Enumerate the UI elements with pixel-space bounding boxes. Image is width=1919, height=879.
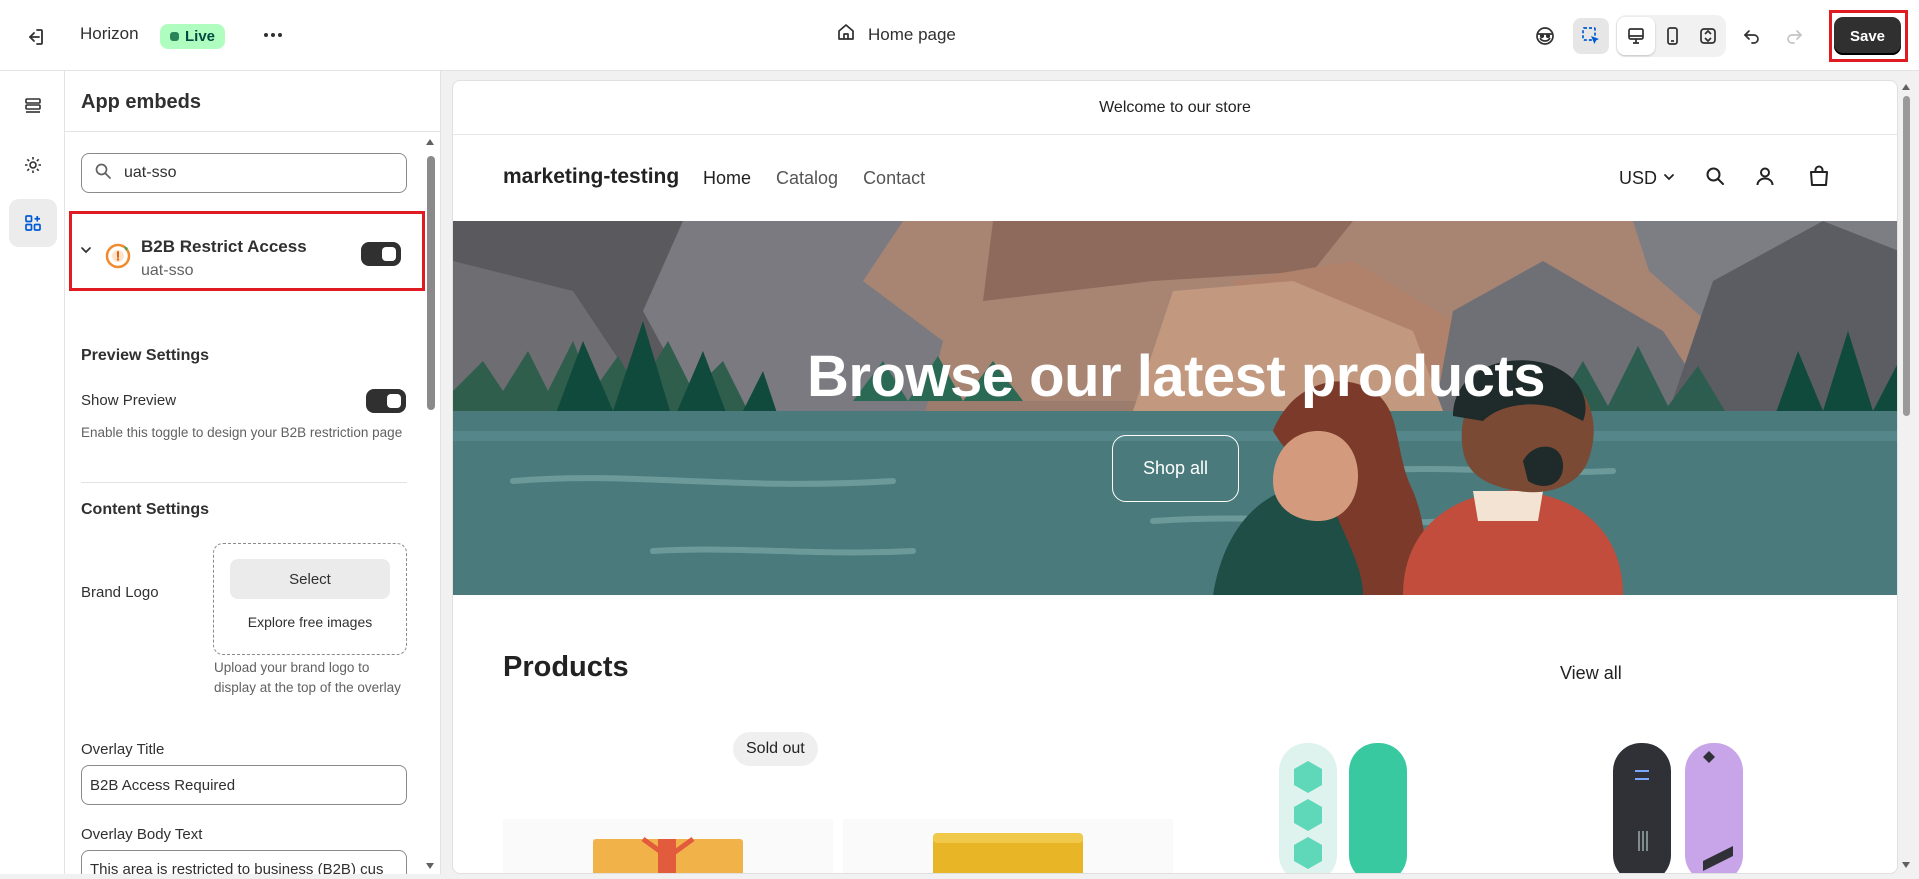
app-embeds-panel: App embeds B2B Restrict Access uat-sso P… xyxy=(65,71,441,874)
editor-left-rail xyxy=(0,71,65,874)
product-card-2[interactable] xyxy=(843,819,1173,874)
cart-icon[interactable] xyxy=(1808,165,1830,192)
save-button[interactable]: Save xyxy=(1834,17,1901,55)
live-badge: Live xyxy=(160,24,226,49)
search-icon xyxy=(94,162,112,185)
hero-banner: Browse our latest products Shop all xyxy=(453,221,1897,595)
embed-toggle[interactable] xyxy=(361,242,401,266)
nav-catalog[interactable]: Catalog xyxy=(776,168,838,189)
more-actions-icon[interactable] xyxy=(258,20,288,50)
panel-title: App embeds xyxy=(81,91,202,113)
brand-logo-picker: Select Explore free images xyxy=(213,543,407,655)
select-element-icon[interactable] xyxy=(1573,18,1609,54)
announcement-bar: Welcome to our store xyxy=(453,81,1897,135)
app-logo-icon xyxy=(105,243,131,269)
store-nav: Home Catalog Contact xyxy=(703,168,925,189)
embed-name: B2B Restrict Access xyxy=(141,237,307,256)
mobile-view-icon[interactable] xyxy=(1654,18,1690,54)
nav-contact[interactable]: Contact xyxy=(863,168,925,189)
currency-selector[interactable]: USD xyxy=(1619,168,1657,189)
chevron-down-icon xyxy=(1663,170,1675,188)
product-card-3[interactable] xyxy=(1273,741,1413,874)
live-dot-icon xyxy=(170,32,179,41)
section-divider xyxy=(81,482,407,483)
preview-scrollbar-thumb[interactable] xyxy=(1903,96,1910,416)
show-preview-help: Enable this toggle to design your B2B re… xyxy=(81,425,403,440)
editor-topbar: Horizon Live Home page Save xyxy=(0,0,1919,71)
content-settings-title: Content Settings xyxy=(81,501,209,518)
redo-icon[interactable] xyxy=(1776,18,1812,54)
view-all-link[interactable]: View all xyxy=(1560,663,1622,684)
theme-name[interactable]: Horizon xyxy=(80,24,139,44)
account-icon[interactable] xyxy=(1755,166,1775,191)
search-input[interactable] xyxy=(124,164,374,182)
search-icon[interactable] xyxy=(1705,166,1725,191)
brand-logo-help: Upload your brand logo to display at the… xyxy=(214,660,401,695)
products-title: Products xyxy=(503,651,629,683)
product-card-4[interactable] xyxy=(1613,741,1753,874)
store-brand[interactable]: marketing-testing xyxy=(503,165,679,189)
preview-settings-title: Preview Settings xyxy=(81,347,210,364)
explore-free-images-link[interactable]: Explore free images xyxy=(214,614,406,630)
show-preview-label: Show Preview xyxy=(81,392,177,409)
overlay-title-label: Overlay Title xyxy=(81,741,165,758)
live-badge-label: Live xyxy=(185,28,216,45)
home-icon xyxy=(836,22,856,47)
panel-divider xyxy=(65,131,440,132)
app-embed-search[interactable] xyxy=(81,153,407,193)
exit-icon[interactable] xyxy=(20,22,50,52)
store-preview: Welcome to our store marketing-testing H… xyxy=(452,80,1898,874)
fullscreen-view-icon[interactable] xyxy=(1690,18,1726,54)
overlay-body-label: Overlay Body Text xyxy=(81,826,203,843)
sold-out-badge: Sold out xyxy=(733,732,818,766)
desktop-view-icon[interactable] xyxy=(1617,17,1655,55)
show-preview-toggle[interactable] xyxy=(366,389,406,413)
app-embeds-icon[interactable] xyxy=(9,199,57,247)
page-name: Home page xyxy=(868,24,956,44)
panel-scrollbar-thumb[interactable] xyxy=(427,156,435,410)
select-image-button[interactable]: Select xyxy=(230,559,390,599)
product-card-1[interactable] xyxy=(503,819,833,874)
theme-settings-icon[interactable] xyxy=(9,141,57,189)
inspector-icon[interactable] xyxy=(1527,18,1563,54)
chevron-down-icon[interactable] xyxy=(79,243,93,262)
hero-title: Browse our latest products xyxy=(807,344,1545,409)
embed-app-name: uat-sso xyxy=(141,262,194,279)
shop-all-button[interactable]: Shop all xyxy=(1112,435,1239,502)
page-selector[interactable]: Home page xyxy=(836,22,956,47)
overlay-body-field[interactable]: This area is restricted to business (B2B… xyxy=(81,850,407,874)
nav-home[interactable]: Home xyxy=(703,168,751,189)
store-header-actions: USD xyxy=(1619,165,1830,192)
brand-logo-label: Brand Logo xyxy=(81,584,159,601)
undo-icon[interactable] xyxy=(1734,18,1770,54)
sections-icon[interactable] xyxy=(9,82,57,130)
overlay-title-field[interactable]: B2B Access Required xyxy=(81,765,407,805)
